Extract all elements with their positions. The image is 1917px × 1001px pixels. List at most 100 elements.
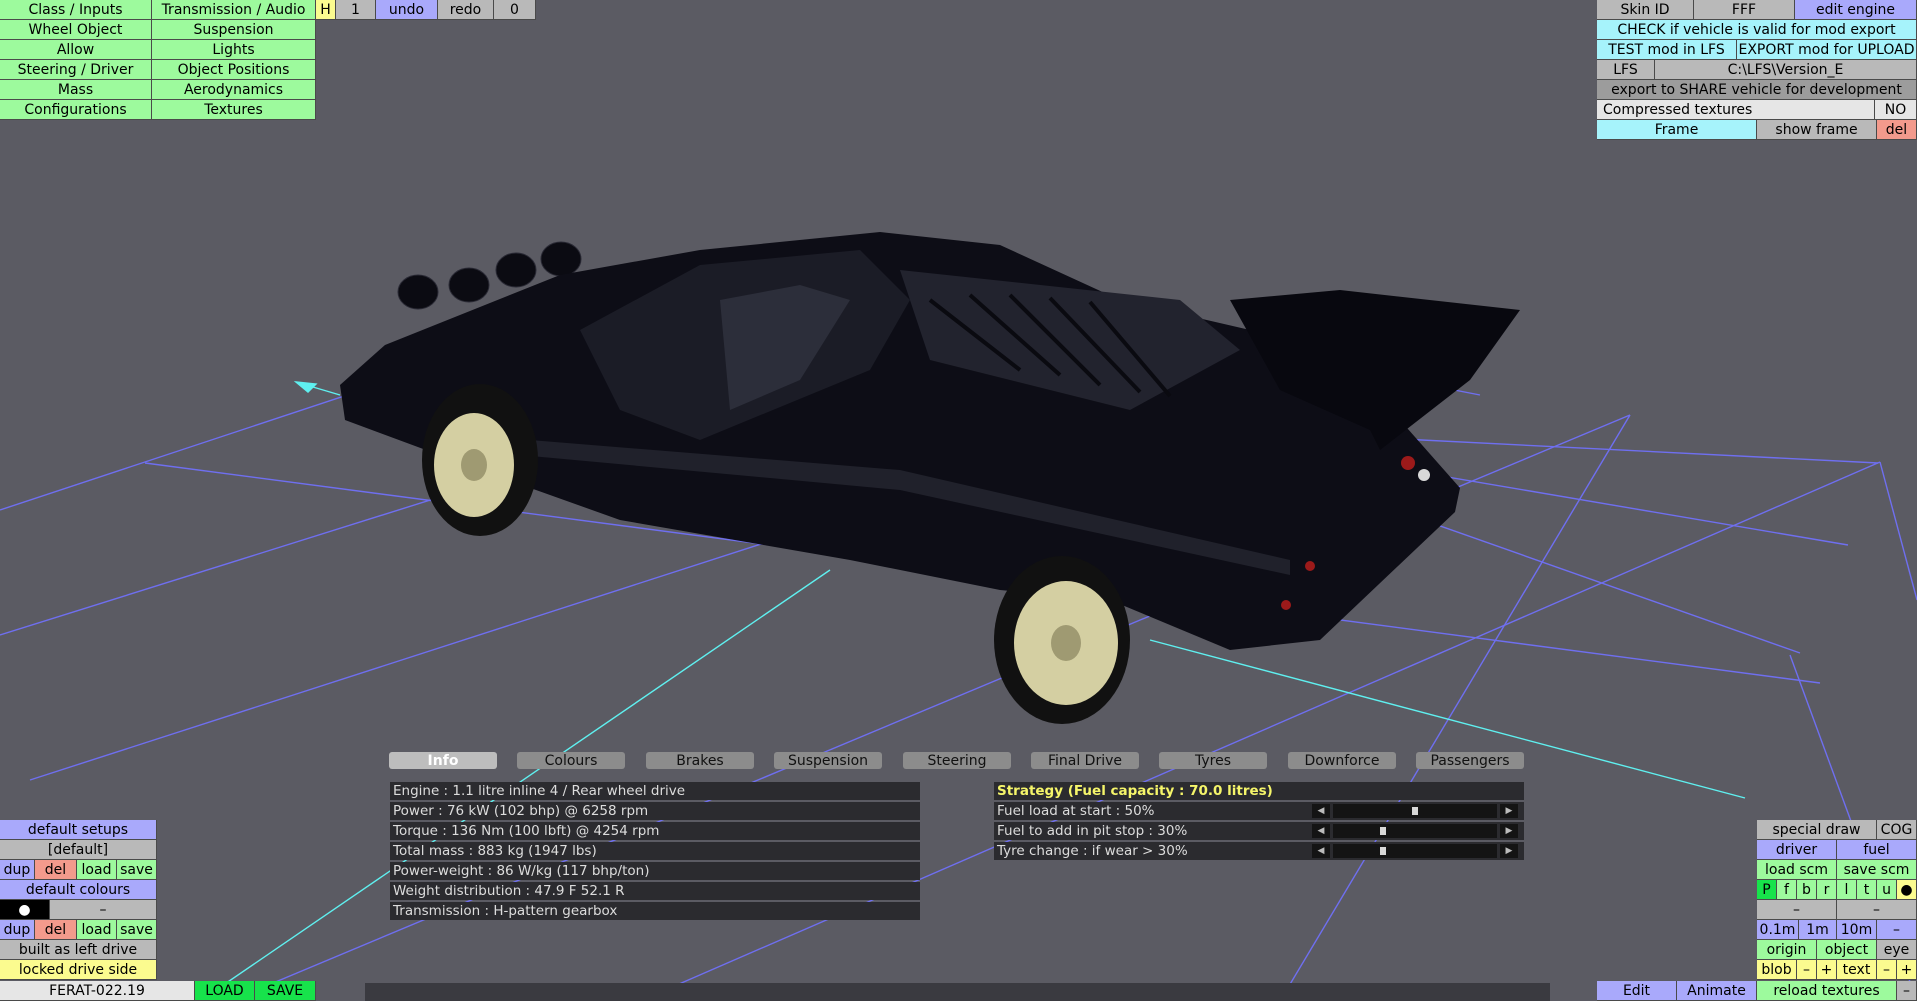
menu-configurations[interactable]: Configurations [0,100,152,120]
special-draw-button[interactable]: special draw [1757,820,1877,840]
scale-1m-button[interactable]: 1m [1799,920,1837,940]
menu-class-inputs[interactable]: Class / Inputs [0,0,152,20]
menu-lights[interactable]: Lights [152,40,316,60]
load-vehicle-button[interactable]: LOAD [195,981,255,1001]
menu-textures[interactable]: Textures [152,100,316,120]
colour-del-button[interactable]: del [35,920,77,940]
view-r-toggle[interactable]: r [1817,880,1837,900]
skin-id-value[interactable]: FFF [1694,0,1795,20]
slider-right-arrow[interactable]: ▶ [1500,824,1518,838]
eye-button[interactable]: eye [1877,940,1917,960]
cog-button[interactable]: COG [1877,820,1917,840]
slider-right-arrow[interactable]: ▶ [1500,844,1518,858]
reload-textures-button[interactable]: reload textures [1757,981,1897,1001]
frame-del-button[interactable]: del [1877,120,1917,140]
text-minus-button[interactable]: – [1877,960,1897,980]
slider-left-arrow[interactable]: ◀ [1312,844,1330,858]
lfs-path-field[interactable]: C:\LFS\Version_E [1655,60,1917,80]
fuel-button[interactable]: fuel [1837,840,1917,860]
driver-button[interactable]: driver [1757,840,1837,860]
compressed-textures-toggle[interactable]: NO [1875,100,1917,120]
origin-button[interactable]: origin [1757,940,1817,960]
right-select[interactable]: – [1837,900,1917,920]
tab-suspension[interactable]: Suspension [774,752,882,769]
tab-colours[interactable]: Colours [517,752,625,769]
colour-selector[interactable]: – [50,900,157,920]
built-left-drive-toggle[interactable]: built as left drive [0,940,157,960]
setup-dup-button[interactable]: dup [0,860,35,880]
tab-tyres[interactable]: Tyres [1159,752,1267,769]
slider-left-arrow[interactable]: ◀ [1312,824,1330,838]
animate-mode-button[interactable]: Animate [1677,981,1757,1001]
vehicle-name-field[interactable]: FERAT-022.19 [0,981,195,1001]
default-setups-button[interactable]: default setups [0,820,157,840]
tab-steering[interactable]: Steering [903,752,1011,769]
undo-button[interactable]: undo [376,0,438,20]
menu-allow[interactable]: Allow [0,40,152,60]
tyre-change-slider[interactable]: ◀ ▶ [1312,844,1518,858]
blob-plus-button[interactable]: + [1817,960,1837,980]
colour-save-button[interactable]: save [117,920,157,940]
object-button[interactable]: object [1817,940,1877,960]
tab-final-drive[interactable]: Final Drive [1031,752,1139,769]
setup-del-button[interactable]: del [35,860,77,880]
tab-brakes[interactable]: Brakes [646,752,754,769]
load-scm-button[interactable]: load scm [1757,860,1837,880]
slider-track[interactable] [1333,804,1497,818]
setup-load-button[interactable]: load [77,860,117,880]
menu-aerodynamics[interactable]: Aerodynamics [152,80,316,100]
default-setup-selector[interactable]: [default] [0,840,157,860]
blob-button[interactable]: blob [1757,960,1797,980]
reload-minus-button[interactable]: – [1897,981,1917,1001]
left-select[interactable]: – [1757,900,1837,920]
save-scm-button[interactable]: save scm [1837,860,1917,880]
tab-downforce[interactable]: Downforce [1288,752,1396,769]
view-t-toggle[interactable]: t [1857,880,1877,900]
tab-info[interactable]: Info [389,752,497,769]
view-p-toggle[interactable]: P [1757,880,1777,900]
view-l-toggle[interactable]: l [1837,880,1857,900]
h-button[interactable]: H [316,0,336,20]
tab-passengers[interactable]: Passengers [1416,752,1524,769]
slider-right-arrow[interactable]: ▶ [1500,804,1518,818]
save-vehicle-button[interactable]: SAVE [255,981,316,1001]
locked-drive-side-toggle[interactable]: locked drive side [0,960,157,980]
setup-save-button[interactable]: save [117,860,157,880]
view-b-toggle[interactable]: b [1797,880,1817,900]
check-valid-button[interactable]: CHECK if vehicle is valid for mod export [1597,20,1917,40]
slider-knob[interactable] [1380,827,1387,835]
view-dot-toggle[interactable]: ● [1897,880,1917,900]
scale-minus-button[interactable]: – [1877,920,1917,940]
scale-0-1m-button[interactable]: 0.1m [1757,920,1799,940]
menu-mass[interactable]: Mass [0,80,152,100]
test-mod-button[interactable]: TEST mod in LFS [1597,40,1737,60]
slider-track[interactable] [1333,844,1497,858]
edit-engine-button[interactable]: edit engine [1795,0,1917,20]
colour-dup-button[interactable]: dup [0,920,35,940]
colour-load-button[interactable]: load [77,920,117,940]
menu-transmission-audio[interactable]: Transmission / Audio [152,0,316,20]
default-colours-button[interactable]: default colours [0,880,157,900]
slider-track[interactable] [1333,824,1497,838]
fuel-start-slider[interactable]: ◀ ▶ [1312,804,1518,818]
menu-suspension[interactable]: Suspension [152,20,316,40]
slider-left-arrow[interactable]: ◀ [1312,804,1330,818]
colour-swatch[interactable]: ● [0,900,50,920]
redo-button[interactable]: redo [438,0,494,20]
menu-steering-driver[interactable]: Steering / Driver [0,60,152,80]
export-mod-button[interactable]: EXPORT mod for UPLOAD [1737,40,1917,60]
text-button[interactable]: text [1837,960,1877,980]
step-one-button[interactable]: 1 [336,0,376,20]
3d-viewport[interactable] [0,0,1917,1001]
edit-mode-button[interactable]: Edit [1597,981,1677,1001]
view-f-toggle[interactable]: f [1777,880,1797,900]
frame-button[interactable]: Frame [1597,120,1757,140]
show-frame-button[interactable]: show frame [1757,120,1877,140]
blob-minus-button[interactable]: – [1797,960,1817,980]
fuel-pit-slider[interactable]: ◀ ▶ [1312,824,1518,838]
menu-object-positions[interactable]: Object Positions [152,60,316,80]
slider-knob[interactable] [1412,807,1418,815]
scale-10m-button[interactable]: 10m [1837,920,1877,940]
menu-wheel-object[interactable]: Wheel Object [0,20,152,40]
view-u-toggle[interactable]: u [1877,880,1897,900]
